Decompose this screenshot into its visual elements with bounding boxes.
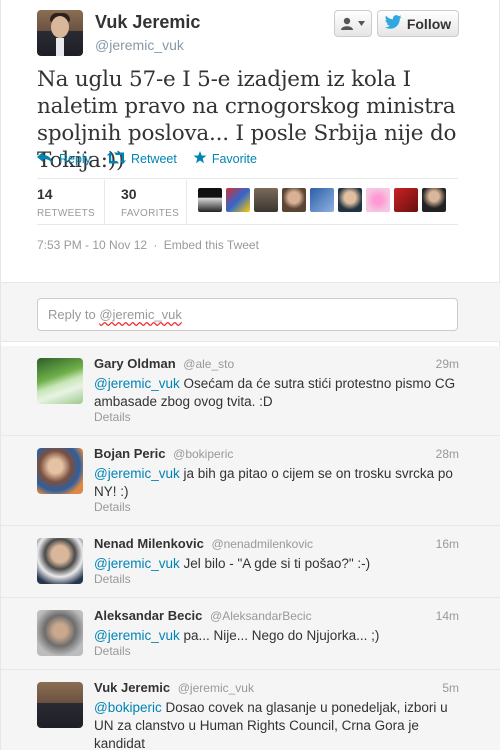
reply-tweet[interactable]: Vuk Jeremic @jeremic_vuk 5m @bokiperic D… [1, 670, 500, 750]
reply-tweet[interactable]: Gary Oldman @ale_sto 29m @jeremic_vuk Os… [1, 346, 500, 436]
reply-details-link[interactable]: Details [94, 572, 131, 586]
follow-label: Follow [406, 15, 452, 32]
reply-text: @jeremic_vuk Osećam da će sutra stići pr… [94, 375, 464, 411]
reply-details-link[interactable]: Details [94, 410, 131, 424]
twitter-bird-icon [384, 15, 402, 32]
reply-author-name[interactable]: Vuk Jeremic [94, 680, 170, 695]
favoriters-avatars [198, 188, 446, 212]
reply-time[interactable]: 5m [442, 681, 459, 695]
reply-mention[interactable]: @bokiperic [94, 700, 162, 715]
reply-tweet[interactable]: Aleksandar Becic @AleksandarBecic 14m @j… [1, 598, 500, 670]
reply-time[interactable]: 29m [436, 357, 459, 371]
reply-body: pa... Nije... Nego do Njujorka... ;) [179, 628, 380, 643]
reply-meta: Bojan Peric @bokiperic [94, 446, 233, 461]
reply-placeholder-handle: @jeremic_vuk [99, 307, 182, 322]
reply-author-name[interactable]: Aleksandar Becic [94, 608, 202, 623]
reply-tweet[interactable]: Bojan Peric @bokiperic 28m @jeremic_vuk … [1, 436, 500, 526]
author-handle[interactable]: @jeremic_vuk [95, 37, 184, 53]
reply-details-link[interactable]: Details [94, 500, 131, 514]
reply-author-handle[interactable]: @nenadmilenkovic [211, 537, 313, 551]
reply-avatar[interactable] [37, 358, 83, 404]
divider [37, 224, 458, 225]
tweet-permalink-frame: Vuk Jeremic @jeremic_vuk Follow Na uglu … [0, 0, 500, 750]
reply-action[interactable]: Reply [37, 150, 91, 168]
reply-mention[interactable]: @jeremic_vuk [94, 628, 180, 643]
favoriter-avatar[interactable] [226, 188, 250, 212]
star-icon [193, 151, 207, 167]
tweet-timestamp: 7:53 PM - 10 Nov 12 · Embed this Tweet [37, 238, 259, 252]
reply-time[interactable]: 16m [436, 537, 459, 551]
replies-list: Gary Oldman @ale_sto 29m @jeremic_vuk Os… [1, 346, 500, 750]
reply-meta: Gary Oldman @ale_sto [94, 356, 234, 371]
caret-down-icon [358, 21, 365, 26]
reply-mention[interactable]: @jeremic_vuk [94, 466, 180, 481]
reply-avatar[interactable] [37, 538, 83, 584]
favoriter-avatar[interactable] [366, 188, 390, 212]
reply-avatar[interactable] [37, 448, 83, 494]
user-actions-button[interactable] [334, 10, 372, 37]
reply-text: @jeremic_vuk pa... Nije... Nego do Njujo… [94, 627, 464, 645]
reply-author-handle[interactable]: @jeremic_vuk [178, 681, 254, 695]
reply-text: @bokiperic Dosao covek na glasanje u pon… [94, 699, 464, 750]
retweet-label: Retweet [130, 152, 177, 166]
retweet-action[interactable]: Retweet [106, 150, 177, 168]
reply-details-link[interactable]: Details [94, 644, 131, 658]
reply-text: @jeremic_vuk Jel bilo - "A gde si ti poš… [94, 555, 464, 573]
reply-text: @jeremic_vuk ja bih ga pitao o cijem se … [94, 465, 464, 501]
reply-meta: Aleksandar Becic @AleksandarBecic [94, 608, 312, 623]
divider [37, 178, 458, 179]
favoriter-avatar[interactable] [422, 188, 446, 212]
reply-box-area: Reply to @jeremic_vuk [1, 282, 500, 342]
reply-tweet[interactable]: Nenad Milenkovic @nenadmilenkovic 16m @j… [1, 526, 500, 598]
timestamp-link[interactable]: 7:53 PM - 10 Nov 12 [37, 238, 147, 252]
retweet-icon [106, 151, 126, 167]
favoriter-avatar[interactable] [198, 188, 222, 212]
stat-separator [104, 180, 105, 224]
reply-label: Reply [59, 152, 91, 166]
reply-author-handle[interactable]: @bokiperic [173, 447, 233, 461]
reply-author-handle[interactable]: @AleksandarBecic [210, 609, 312, 623]
favoriter-avatar[interactable] [282, 188, 306, 212]
reply-author-name[interactable]: Bojan Peric [94, 446, 166, 461]
favorites-label: FAVORITES [120, 208, 180, 219]
favorite-action[interactable]: Favorite [193, 150, 257, 168]
reply-mention[interactable]: @jeremic_vuk [94, 376, 180, 391]
retweets-count: 14 [37, 186, 53, 202]
favoriter-avatar[interactable] [254, 188, 278, 212]
author-avatar[interactable] [37, 10, 83, 56]
favorite-label: Favorite [211, 152, 257, 166]
reply-mention[interactable]: @jeremic_vuk [94, 556, 180, 571]
retweets-label: RETWEETS [37, 208, 95, 219]
favorites-stat[interactable]: 30 FAVORITES [117, 180, 201, 224]
favoriter-avatar[interactable] [338, 188, 362, 212]
favorites-count: 30 [120, 186, 137, 202]
reply-arrow-icon [37, 151, 54, 167]
reply-meta: Nenad Milenkovic @nenadmilenkovic [94, 536, 313, 551]
follow-button[interactable]: Follow [377, 10, 459, 37]
reply-body: Jel bilo - "A gde si ti pošao?" :-) [179, 556, 371, 571]
user-silhouette-icon [341, 17, 355, 30]
tweet-actions: Reply Retweet Favorite [37, 150, 257, 168]
reply-author-name[interactable]: Gary Oldman [94, 356, 176, 371]
reply-author-name[interactable]: Nenad Milenkovic [94, 536, 204, 551]
tweet-header: Vuk Jeremic @jeremic_vuk Follow [1, 0, 500, 68]
reply-input[interactable]: Reply to @jeremic_vuk [37, 298, 458, 331]
favoriter-avatar[interactable] [310, 188, 334, 212]
reply-meta: Vuk Jeremic @jeremic_vuk [94, 680, 254, 695]
reply-time[interactable]: 28m [436, 447, 459, 461]
embed-tweet-link[interactable]: Embed this Tweet [164, 238, 259, 252]
reply-time[interactable]: 14m [436, 609, 459, 623]
reply-placeholder-prefix: Reply to [48, 307, 100, 322]
reply-avatar[interactable] [37, 610, 83, 656]
timestamp-separator: · [153, 238, 158, 252]
stat-separator [186, 180, 187, 224]
tweet-stats: 14 RETWEETS 30 FAVORITES [37, 180, 201, 224]
author-name[interactable]: Vuk Jeremic [95, 12, 200, 33]
reply-author-handle[interactable]: @ale_sto [183, 357, 234, 371]
reply-avatar[interactable] [37, 682, 83, 728]
favoriter-avatar[interactable] [394, 188, 418, 212]
